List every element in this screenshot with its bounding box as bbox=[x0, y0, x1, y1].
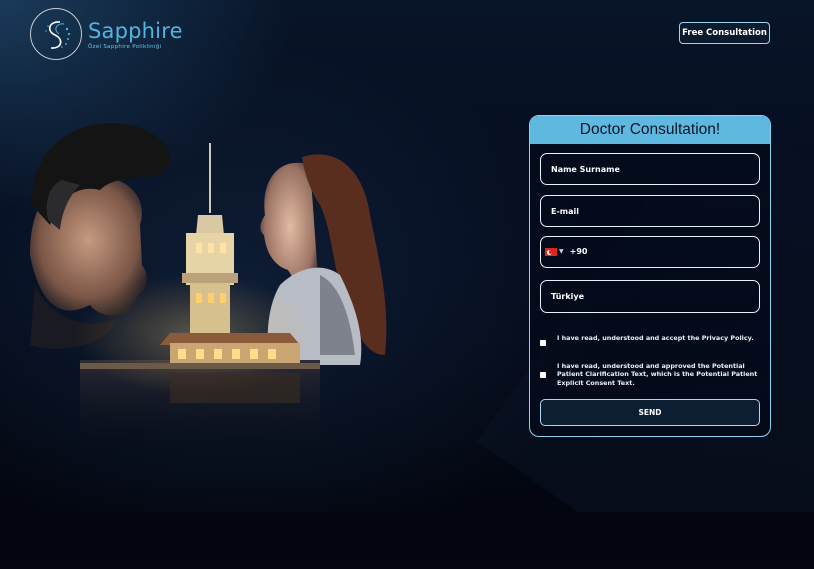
sapphire-logo-icon bbox=[30, 8, 82, 60]
consultation-form: Doctor Consultation! ▼ +90 Türkiye I hav… bbox=[529, 115, 771, 437]
phone-country-code: +90 bbox=[569, 247, 588, 256]
privacy-checkbox-label: I have read, understood and accept the P… bbox=[557, 334, 754, 342]
footer-band bbox=[0, 512, 814, 569]
privacy-consent-row: I have read, understood and accept the P… bbox=[540, 334, 762, 346]
country-select[interactable]: Türkiye bbox=[540, 280, 760, 313]
turkey-flag-icon[interactable] bbox=[545, 248, 557, 256]
consent-checkbox-label: I have read, understood and approved the… bbox=[557, 362, 758, 387]
explicit-consent-row: I have read, understood and approved the… bbox=[540, 362, 762, 387]
form-title: Doctor Consultation! bbox=[530, 116, 770, 144]
brand-subtitle: Özel Sapphire Polikliniği bbox=[88, 43, 162, 50]
name-surname-input[interactable] bbox=[540, 153, 760, 185]
hero-illustration bbox=[30, 123, 387, 465]
consent-checkbox[interactable] bbox=[540, 372, 546, 378]
email-input[interactable] bbox=[540, 195, 760, 227]
phone-input[interactable]: ▼ +90 bbox=[540, 236, 760, 268]
privacy-checkbox[interactable] bbox=[540, 340, 546, 346]
free-consultation-button[interactable]: Free Consultation bbox=[679, 22, 770, 44]
send-button[interactable]: SEND bbox=[540, 399, 760, 426]
brand-logo[interactable]: Sapphire Özel Sapphire Polikliniği bbox=[30, 8, 183, 60]
brand-name: Sapphire bbox=[88, 18, 183, 43]
chevron-down-icon[interactable]: ▼ bbox=[559, 237, 564, 267]
